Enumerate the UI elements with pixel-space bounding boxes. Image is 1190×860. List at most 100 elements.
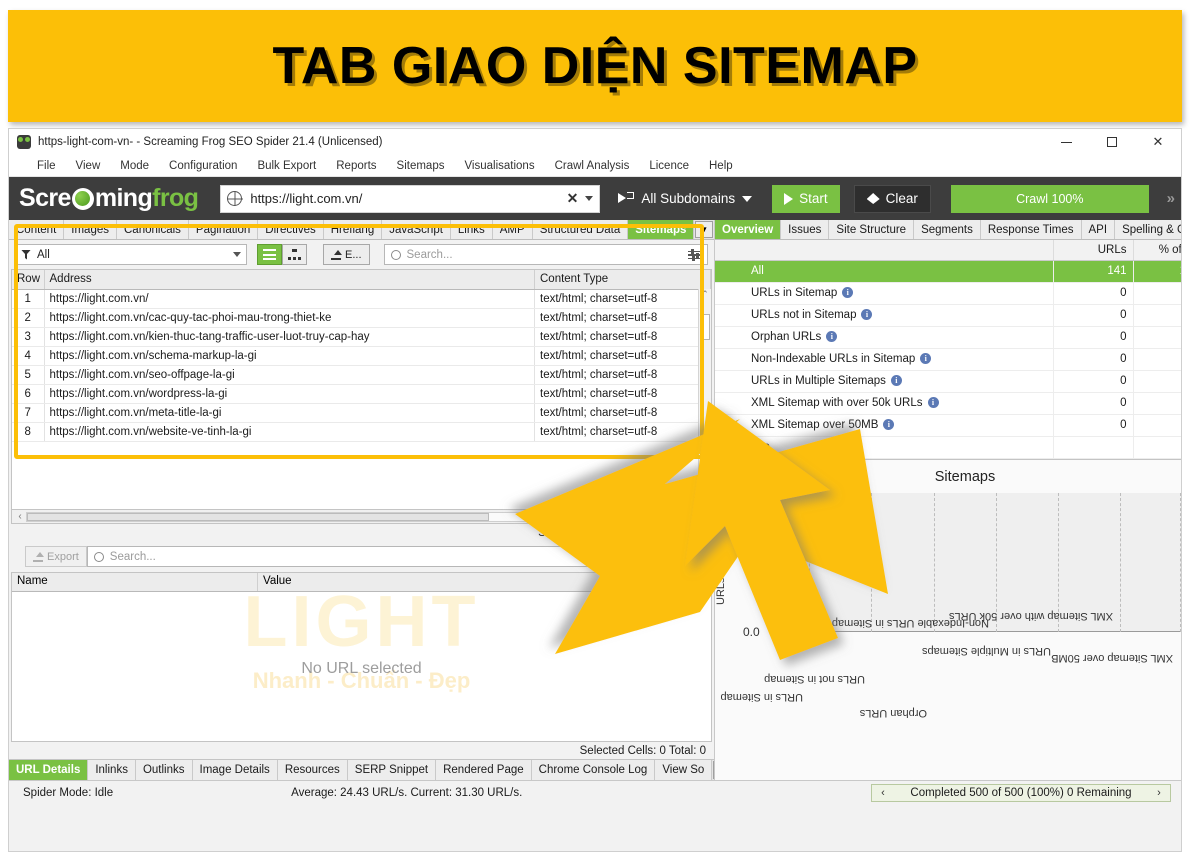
tab-content[interactable]: Content <box>9 220 65 239</box>
menu-visualisations[interactable]: Visualisations <box>454 158 544 174</box>
column-header-row[interactable]: Row <box>12 270 45 290</box>
maximize-button[interactable] <box>1089 129 1135 155</box>
search-input[interactable]: Search... <box>383 244 708 265</box>
clear-url-icon[interactable]: ✕ <box>560 190 586 207</box>
menu-help[interactable]: Help <box>699 158 743 174</box>
menu-configuration[interactable]: Configuration <box>159 158 247 174</box>
export-button[interactable]: E... <box>323 244 370 265</box>
detail-search-input[interactable]: Search... <box>86 546 708 567</box>
tab-hreflang[interactable]: Hreflang <box>323 220 383 239</box>
menu-mode[interactable]: Mode <box>110 158 159 174</box>
tab-pagination[interactable]: Pagination <box>188 220 259 239</box>
left-tabs-overflow-chevron-down-icon[interactable]: ▼ <box>695 221 713 238</box>
close-icon[interactable]: ✕ <box>1135 129 1181 155</box>
tab-rendered-page[interactable]: Rendered Page <box>436 760 532 780</box>
tab-structured-data[interactable]: Structured Data <box>532 220 629 239</box>
prev-arrow-icon[interactable]: ‹ <box>872 787 894 799</box>
hscroll-thumb[interactable] <box>27 512 489 521</box>
menu-view[interactable]: View <box>66 158 111 174</box>
url-history-chevron-down-icon[interactable] <box>585 196 594 201</box>
scroll-down-icon[interactable]: ⌄ <box>699 497 711 508</box>
info-icon[interactable]: i <box>861 309 873 320</box>
column-header-address[interactable]: Address <box>44 270 535 290</box>
table-row[interactable]: 1 https://light.com.vn/ text/html; chars… <box>12 289 711 309</box>
minimize-button[interactable] <box>1043 129 1089 155</box>
overview-row[interactable]: XML Sitemap over 50MB i 0 0% <box>715 414 1181 437</box>
table-row[interactable]: 4 https://light.com.vn/schema-markup-la-… <box>12 346 711 366</box>
url-input[interactable]: https://light.com.vn/ ✕ <box>220 184 601 213</box>
clear-button[interactable]: Clear <box>853 184 931 213</box>
tab-api[interactable]: API <box>1081 220 1116 239</box>
tab-view-source[interactable]: View So <box>655 760 713 780</box>
overview-row[interactable]: URLs in Multiple Sitemaps i 0 0% <box>715 370 1181 393</box>
menu-sitemaps[interactable]: Sitemaps <box>387 158 455 174</box>
menu-licence[interactable]: Licence <box>639 158 699 174</box>
scroll-left-icon[interactable]: ‹ <box>14 511 26 522</box>
tab-inlinks[interactable]: Inlinks <box>88 760 136 780</box>
tab-url-details[interactable]: URL Details <box>9 760 89 780</box>
table-row[interactable]: 5 https://light.com.vn/seo-offpage-la-gi… <box>12 365 711 385</box>
column-header-content-type[interactable]: Content Type <box>534 270 711 290</box>
info-icon[interactable]: i <box>883 419 895 430</box>
column-header-pct-of-total[interactable]: % of Total <box>1132 240 1181 261</box>
overview-row[interactable]: Non-Indexable URLs in Sitemap i 0 0% <box>715 348 1181 371</box>
info-icon[interactable]: i <box>920 353 932 364</box>
next-arrow-icon[interactable]: › <box>1148 787 1170 799</box>
tab-javascript[interactable]: JavaScript <box>382 220 451 239</box>
tab-outlinks[interactable]: Outlinks <box>135 760 193 780</box>
info-icon[interactable]: i <box>890 375 902 386</box>
detail-export-button[interactable]: Export <box>25 546 87 567</box>
info-icon[interactable]: i <box>826 331 838 342</box>
table-row[interactable]: 3 https://light.com.vn/kien-thuc-tang-tr… <box>12 327 711 347</box>
toolbar-overflow-icon[interactable]: » <box>1167 190 1175 207</box>
tab-serp-snippet[interactable]: SERP Snippet <box>347 760 437 780</box>
tab-canonicals[interactable]: Canonicals <box>117 220 189 239</box>
chevron-down-icon[interactable] <box>742 195 753 202</box>
overview-group-row[interactable]: Page <box>715 436 1181 459</box>
tab-response-times[interactable]: Response Times <box>980 220 1082 239</box>
table-vertical-scrollbar[interactable]: ⌃ ⌄ <box>698 289 711 509</box>
column-header-value[interactable]: Value <box>258 573 711 591</box>
overview-row[interactable]: URLs in Sitemap i 0 0% <box>715 282 1181 305</box>
search-options-icon[interactable] <box>688 551 701 563</box>
search-options-icon[interactable] <box>688 249 701 261</box>
tab-amp[interactable]: AMP <box>492 220 533 239</box>
detail-table[interactable]: Name Value LIGHT Nhanh - Chuẩn - Đẹp No … <box>11 572 712 742</box>
overview-row[interactable]: URLs not in Sitemap i 0 0% <box>715 304 1181 327</box>
scrollbar-thumb[interactable] <box>700 314 710 340</box>
filter-select[interactable]: All <box>15 244 247 265</box>
menu-crawl-analysis[interactable]: Crawl Analysis <box>545 158 640 174</box>
scroll-right-icon[interactable]: › <box>697 511 709 522</box>
scroll-up-icon[interactable]: ⌃ <box>699 289 711 300</box>
overview-row-all[interactable]: All 141 100% <box>715 260 1181 283</box>
overview-row[interactable]: Orphan URLs i 0 0% <box>715 326 1181 349</box>
overview-row[interactable]: XML Sitemap with over 50k URLs i 0 0% <box>715 392 1181 415</box>
tab-directives[interactable]: Directives <box>258 220 324 239</box>
triangle-down-icon[interactable] <box>729 442 737 448</box>
info-icon[interactable]: i <box>842 287 854 298</box>
info-icon[interactable]: i <box>927 397 939 408</box>
menu-reports[interactable]: Reports <box>326 158 386 174</box>
table-row[interactable]: 8 https://light.com.vn/website-ve-tinh-l… <box>12 422 711 442</box>
list-view-button[interactable] <box>257 244 282 265</box>
column-header-name[interactable]: Name <box>12 573 258 591</box>
crawl-completion-indicator[interactable]: ‹ Completed 500 of 500 (100%) 0 Remainin… <box>871 784 1171 802</box>
table-row[interactable]: 6 https://light.com.vn/wordpress-la-gi t… <box>12 384 711 404</box>
tab-site-structure[interactable]: Site Structure <box>829 220 915 239</box>
tab-spelling-grammar[interactable]: Spelling & G <box>1115 220 1181 239</box>
tab-chrome-console-log[interactable]: Chrome Console Log <box>531 760 656 780</box>
tab-links[interactable]: Links <box>450 220 493 239</box>
column-header-urls[interactable]: URLs <box>1052 240 1133 261</box>
start-button[interactable]: Start <box>772 184 840 213</box>
table-horizontal-scrollbar[interactable]: ‹ › <box>11 510 712 524</box>
hscroll-track[interactable] <box>26 511 697 522</box>
menu-bulk-export[interactable]: Bulk Export <box>247 158 326 174</box>
menu-file[interactable]: File <box>27 158 66 174</box>
tab-images[interactable]: Images <box>64 220 117 239</box>
overview-table[interactable]: URLs % of Total All 141 100% URLs <box>715 240 1181 460</box>
crawl-scope-selector[interactable]: All Subdomains <box>618 191 753 206</box>
table-row[interactable]: 7 https://light.com.vn/meta-title-la-gi … <box>12 403 711 423</box>
tree-view-button[interactable] <box>282 244 307 265</box>
tab-segments[interactable]: Segments <box>914 220 981 239</box>
tab-sitemaps[interactable]: Sitemaps <box>628 220 695 239</box>
